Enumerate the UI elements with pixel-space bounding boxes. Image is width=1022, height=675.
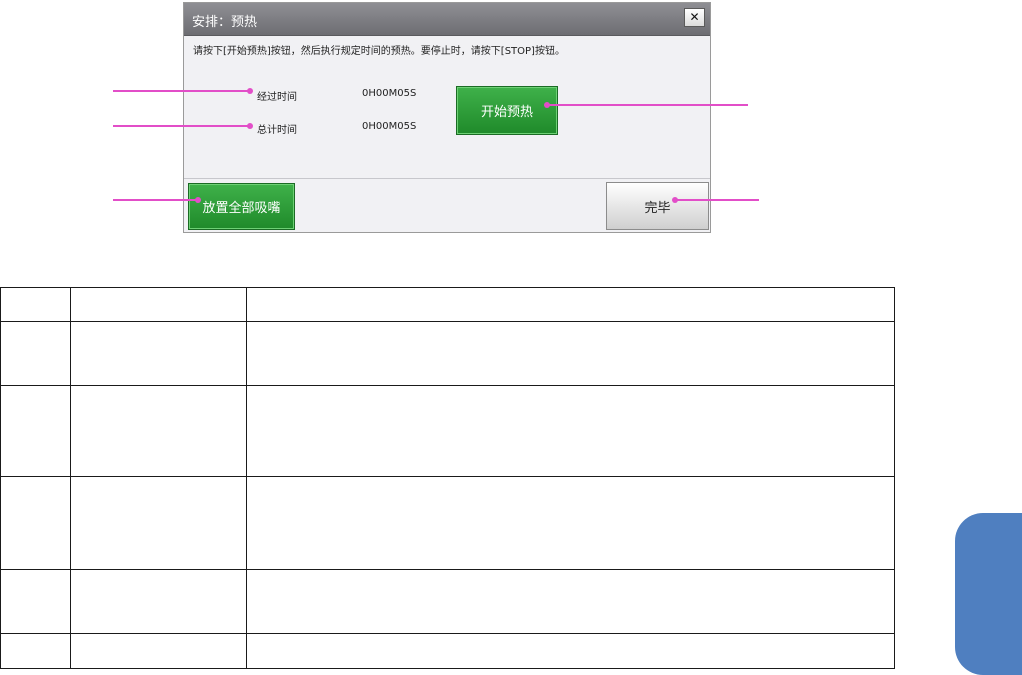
table-cell [0, 385, 71, 477]
start-preheat-label: 开始预热 [480, 105, 533, 120]
table-header-row [0, 287, 895, 322]
callout-dot-total [247, 123, 253, 129]
table-cell [70, 476, 247, 570]
table-row [0, 633, 895, 669]
done-label: 完毕 [644, 200, 671, 216]
elapsed-time-value: 0H00M05S [362, 88, 417, 99]
table-cell [70, 321, 247, 386]
table-cell [70, 287, 247, 322]
table-cell [0, 633, 71, 669]
callout-dot-place-all [195, 197, 201, 203]
close-button[interactable]: ✕ [684, 8, 705, 27]
table-row [0, 569, 895, 634]
callout-line-total [113, 125, 250, 127]
done-button[interactable]: 完毕 [606, 182, 709, 230]
callout-line-elapsed [113, 90, 250, 92]
table-cell [0, 287, 71, 322]
table-cell [246, 569, 895, 634]
table-cell [246, 321, 895, 386]
footer-divider [184, 178, 710, 179]
callout-line-start [546, 104, 748, 106]
elapsed-time-label: 经过时间 [257, 92, 297, 103]
table-cell [0, 476, 71, 570]
table-row [0, 476, 895, 570]
table-cell [70, 633, 247, 669]
table-cell [0, 569, 71, 634]
table-cell [246, 633, 895, 669]
dialog-titlebar: 安排：预热 ✕ [184, 3, 710, 36]
table-cell [70, 569, 247, 634]
place-all-nozzles-label: 放置全部吸嘴 [202, 201, 281, 216]
callout-dot-done [672, 197, 678, 203]
table-cell [70, 385, 247, 477]
start-preheat-button[interactable]: 开始预热 [456, 86, 558, 135]
table-cell [246, 287, 895, 322]
chapter-side-tab [955, 513, 1022, 675]
table-row [0, 321, 895, 386]
preheat-dialog: 安排：预热 ✕ 请按下[开始预热]按钮，然后执行规定时间的预热。要停止时，请按下… [183, 2, 711, 233]
total-time-label: 总计时间 [257, 125, 297, 136]
callout-line-done [674, 199, 759, 201]
place-all-nozzles-button[interactable]: 放置全部吸嘴 [188, 183, 295, 230]
instruction-text: 请按下[开始预热]按钮，然后执行规定时间的预热。要停止时，请按下[STOP]按钮… [193, 46, 565, 57]
callout-dot-start [544, 102, 550, 108]
callout-dot-elapsed [247, 88, 253, 94]
callout-line-place-all [113, 199, 198, 201]
close-icon: ✕ [689, 10, 700, 24]
reference-table [0, 287, 895, 669]
total-time-value: 0H00M05S [362, 121, 417, 132]
table-cell [246, 385, 895, 477]
dialog-title: 安排：预热 [192, 15, 258, 30]
table-cell [246, 476, 895, 570]
table-cell [0, 321, 71, 386]
table-row [0, 385, 895, 477]
